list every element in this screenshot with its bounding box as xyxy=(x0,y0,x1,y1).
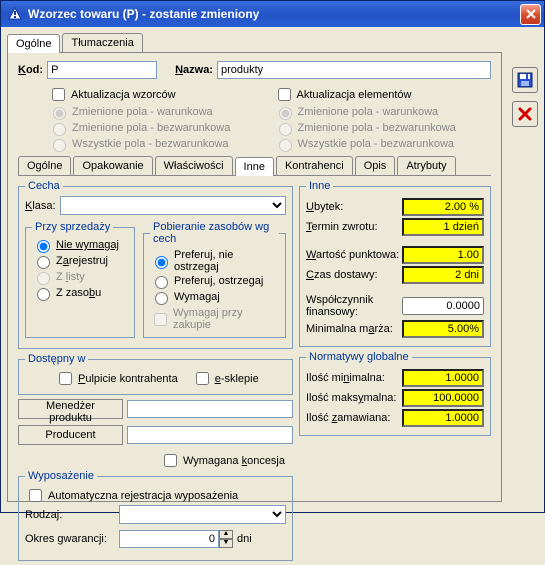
window-title: Wzorzec towaru (P) - zostanie zmieniony xyxy=(28,7,520,21)
legend-normatywy: Normatywy globalne xyxy=(306,351,412,363)
klasa-label: Klasa: xyxy=(25,200,56,212)
midtab-opakowanie[interactable]: Opakowanie xyxy=(73,156,152,175)
fieldset-wyposazenie: Wyposażenie Automatyczna rejestracja wyp… xyxy=(18,470,293,561)
radio-z-zasobu[interactable] xyxy=(37,288,50,301)
fieldset-cecha: Cecha Klasa: Klasa: Przy sprzedaży Nie w… xyxy=(18,180,293,349)
radio-w3 xyxy=(53,139,66,152)
spin-down[interactable]: ▼ xyxy=(219,539,233,548)
fieldset-normatywy: Normatywy globalne Ilość minimalna:Ilość… xyxy=(299,351,491,436)
nazwa-input[interactable] xyxy=(217,61,491,79)
check-akt-elementow[interactable] xyxy=(278,88,291,101)
kod-input[interactable] xyxy=(47,61,157,79)
radio-w2 xyxy=(53,123,66,136)
midtab-inne[interactable]: Inne xyxy=(235,157,274,176)
midtab-ogolne[interactable]: Ogólne xyxy=(18,156,71,175)
check-auto-rejestracja[interactable] xyxy=(29,489,42,502)
producent-button[interactable]: Producent xyxy=(18,425,123,445)
cancel-button[interactable] xyxy=(512,101,538,127)
midtab-atrybuty[interactable]: Atrybuty xyxy=(397,156,455,175)
tab-ogolne[interactable]: Ogólne xyxy=(7,34,60,53)
menedzer-input[interactable] xyxy=(127,400,293,418)
radio-w1 xyxy=(53,107,66,120)
check-esklep[interactable] xyxy=(196,372,209,385)
nazwa-label: Nazwa: xyxy=(175,64,213,76)
klasa-select[interactable] xyxy=(60,196,286,215)
rodzaj-select[interactable] xyxy=(119,505,286,524)
akt-wzorcow-label: Aktualizacja wzorców xyxy=(71,89,176,101)
titlebar: Wzorzec towaru (P) - zostanie zmieniony xyxy=(1,1,544,27)
max-input[interactable] xyxy=(402,389,484,407)
akt-elem-label: Aktualizacja elementów xyxy=(297,89,412,101)
legend-cecha: Cecha xyxy=(25,180,63,192)
legend-inne: Inne xyxy=(306,180,333,192)
radio-preferuj-ost[interactable] xyxy=(155,276,168,289)
marza-input[interactable] xyxy=(402,320,484,338)
close-button[interactable] xyxy=(520,4,541,25)
radio-nie-wymagaj[interactable] xyxy=(37,240,50,253)
midtab-kontrahenci[interactable]: Kontrahenci xyxy=(276,156,353,175)
radio-e2 xyxy=(279,123,292,136)
check-pulpit[interactable] xyxy=(59,372,72,385)
legend-wyposazenie: Wyposażenie xyxy=(25,470,97,482)
producent-input[interactable] xyxy=(127,426,293,444)
spin-up[interactable]: ▲ xyxy=(219,530,233,539)
save-button[interactable] xyxy=(512,67,538,93)
radio-e1 xyxy=(279,107,292,120)
legend-przy-sprzedazy: Przy sprzedaży xyxy=(32,221,113,233)
min-input[interactable] xyxy=(402,369,484,387)
okres-label: Okres gwarancji: xyxy=(25,533,115,545)
radio-wymagaj[interactable] xyxy=(155,292,168,305)
zam-input[interactable] xyxy=(402,409,484,427)
radio-e3 xyxy=(279,139,292,152)
radio-preferuj-nie[interactable] xyxy=(155,256,168,269)
midtab-opis[interactable]: Opis xyxy=(355,156,396,175)
radio-z-listy xyxy=(37,272,50,285)
menedzer-button[interactable]: Menedżer produktu xyxy=(18,399,123,419)
czas-input[interactable] xyxy=(402,266,484,284)
check-akt-wzorcow[interactable] xyxy=(52,88,65,101)
radio-zarejestruj[interactable] xyxy=(37,256,50,269)
check-koncesja[interactable] xyxy=(164,454,177,467)
legend-dostepny: Dostępny w xyxy=(25,353,88,365)
window: Wzorzec towaru (P) - zostanie zmieniony … xyxy=(0,0,545,513)
tab-tlumaczenia[interactable]: Tłumaczenia xyxy=(62,33,142,52)
fieldset-dostepny: Dostępny w Pulpicie kontrahentaPulpicie … xyxy=(18,353,293,395)
okres-input[interactable] xyxy=(119,530,219,548)
wartosc-input[interactable] xyxy=(402,246,484,264)
app-icon xyxy=(7,6,23,22)
wsp-input[interactable] xyxy=(402,297,484,315)
midtab-wlasciwosci[interactable]: Właściwości xyxy=(155,156,233,175)
fieldset-inne: Inne Ubytek:Ubytek: Termin zwrotu:Termin… xyxy=(299,180,491,347)
dni-label: dni xyxy=(237,533,252,545)
top-tabs: Ogólne Tłumaczenia xyxy=(7,33,502,53)
content: Ogólne Tłumaczenia Kod: Kod: Nazwa: Nazw… xyxy=(1,27,544,512)
rodzaj-label: Rodzaj: xyxy=(25,509,115,521)
kod-label: Kod: xyxy=(18,64,43,76)
check-wymagaj-zakup xyxy=(154,313,167,326)
main-panel: Kod: Kod: Nazwa: Nazwa: Aktualizacja wzo… xyxy=(7,53,502,502)
termin-input[interactable] xyxy=(402,218,484,236)
legend-pobieranie: Pobieranie zasobów wg cech xyxy=(150,221,279,245)
wsp-label: Współczynnik finansowy: xyxy=(306,294,402,318)
ubytek-input[interactable] xyxy=(402,198,484,216)
mid-tabs: Ogólne Opakowanie Właściwości Inne Kontr… xyxy=(18,156,491,176)
